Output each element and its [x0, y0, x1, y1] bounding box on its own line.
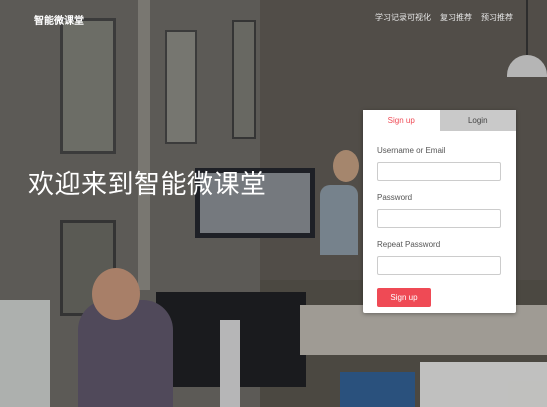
password-field[interactable] — [377, 209, 501, 228]
password-label: Password — [377, 193, 413, 202]
sign-up-button[interactable]: Sign up — [377, 288, 431, 307]
repeat-password-label: Repeat Password — [377, 240, 441, 249]
tab-sign-up[interactable]: Sign up — [363, 110, 440, 131]
tab-login[interactable]: Login — [439, 110, 516, 131]
repeat-password-field[interactable] — [377, 256, 501, 275]
nav-item-review-recommendation[interactable]: 复习推荐 — [440, 12, 472, 23]
username-or-email-field[interactable] — [377, 162, 501, 181]
sign-up-form: Username or Email Password Repeat Passwo… — [363, 131, 516, 307]
username-label: Username or Email — [377, 146, 446, 155]
brand-logo-text[interactable]: 智能微课堂 — [34, 12, 84, 27]
nav-item-learning-record-visualization[interactable]: 学习记录可视化 — [375, 12, 431, 23]
top-nav: 学习记录可视化 复习推荐 预习推荐 — [375, 12, 513, 23]
hero-title: 欢迎来到智能微课堂 — [28, 169, 267, 199]
nav-item-preview-recommendation[interactable]: 预习推荐 — [481, 12, 513, 23]
auth-tabs: Sign up Login — [363, 110, 516, 131]
auth-card: Sign up Login Username or Email Password… — [363, 110, 516, 313]
